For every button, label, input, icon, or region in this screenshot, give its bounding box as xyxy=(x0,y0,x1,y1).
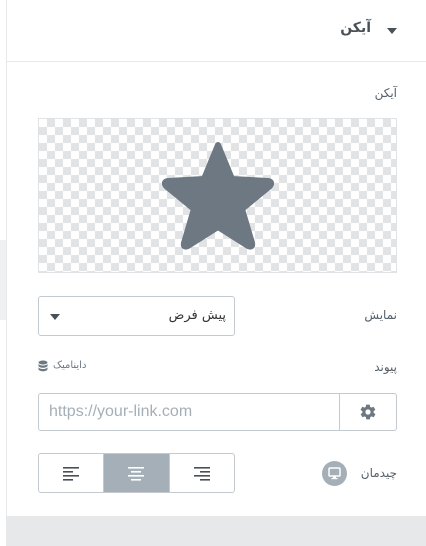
star-icon xyxy=(162,142,274,250)
link-label: پیوند xyxy=(374,360,397,374)
gear-icon xyxy=(360,404,376,420)
responsive-device-button[interactable] xyxy=(322,461,347,486)
caret-down-icon xyxy=(387,28,397,34)
align-right-icon xyxy=(193,467,210,481)
align-center-icon xyxy=(128,467,145,481)
icon-picker[interactable] xyxy=(38,118,397,273)
view-select-value: پیش فرض xyxy=(168,308,226,323)
settings-panel: آیکن آیکن نمایش پیش فرض پیوند داینامیک چ… xyxy=(6,0,426,516)
section-title: آیکن xyxy=(340,20,371,36)
align-left-option[interactable] xyxy=(39,454,105,492)
link-field xyxy=(38,393,397,431)
database-icon xyxy=(38,360,48,372)
align-center-option[interactable] xyxy=(104,454,170,492)
bottom-strip xyxy=(6,516,426,546)
alignment-choices xyxy=(38,453,235,493)
dynamic-tags-button[interactable]: داینامیک xyxy=(38,359,108,375)
view-label: نمایش xyxy=(364,308,397,322)
desktop-icon xyxy=(328,467,341,480)
icon-label: آیکن xyxy=(374,86,397,100)
chevron-down-icon xyxy=(50,314,60,320)
align-left-icon xyxy=(63,467,79,481)
alignment-label: چیدمان xyxy=(360,466,397,480)
link-options-button[interactable] xyxy=(339,394,396,430)
dynamic-label: داینامیک xyxy=(53,360,87,371)
view-select[interactable]: پیش فرض xyxy=(38,296,235,336)
link-input[interactable] xyxy=(39,394,340,430)
align-right-option[interactable] xyxy=(170,454,234,492)
section-header[interactable]: آیکن xyxy=(7,0,426,62)
